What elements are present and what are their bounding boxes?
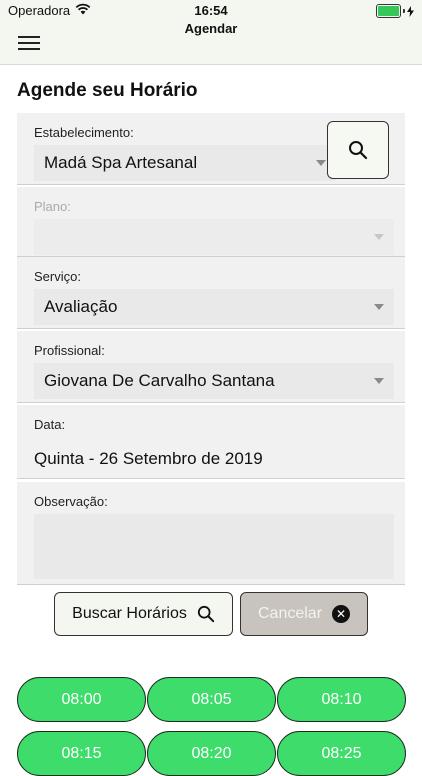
servico-select[interactable]: Avaliação [34, 289, 394, 325]
data-label: Data: [34, 417, 66, 432]
plano-field: Plano: [17, 187, 405, 257]
search-icon [349, 141, 368, 160]
chevron-down-icon [374, 378, 384, 384]
estabelecimento-label: Estabelecimento: [34, 125, 134, 140]
time-slot[interactable]: 08:20 [147, 731, 276, 776]
data-field[interactable]: Data: Quinta - 26 Setembro de 2019 [17, 405, 405, 479]
profissional-select[interactable]: Giovana De Carvalho Santana [34, 363, 394, 399]
plano-select[interactable] [34, 219, 394, 255]
observacao-label: Observação: [34, 494, 108, 509]
profissional-field: Profissional: Giovana De Carvalho Santan… [17, 331, 405, 403]
time-slot[interactable]: 08:15 [17, 731, 146, 776]
estabelecimento-value: Madá Spa Artesanal [44, 153, 198, 172]
buscar-horarios-label: Buscar Horários [72, 605, 187, 622]
menu-icon[interactable] [18, 36, 40, 50]
time-slot[interactable]: 08:25 [277, 731, 406, 776]
chevron-down-icon [374, 304, 384, 310]
search-establishment-button[interactable] [327, 121, 389, 179]
profissional-value: Giovana De Carvalho Santana [44, 371, 275, 390]
servico-value: Avaliação [44, 297, 118, 316]
profissional-label: Profissional: [34, 343, 105, 358]
time-slot[interactable]: 08:00 [17, 677, 146, 722]
navigation-bar: Operadora 16:54 Agendar [0, 0, 422, 65]
observacao-input[interactable] [34, 514, 394, 579]
servico-field: Serviço: Avaliação [17, 257, 405, 329]
cancelar-label: Cancelar [257, 605, 323, 622]
search-icon [197, 605, 215, 623]
data-value[interactable]: Quinta - 26 Setembro de 2019 [34, 449, 263, 469]
time-slot[interactable]: 08:10 [277, 677, 406, 722]
servico-label: Serviço: [34, 269, 81, 284]
charging-icon [407, 5, 414, 17]
estabelecimento-select[interactable]: Madá Spa Artesanal [34, 145, 336, 181]
observacao-field: Observação: [17, 482, 405, 585]
chevron-down-icon [316, 160, 326, 166]
page-title: Agende seu Horário [17, 80, 198, 101]
plano-label: Plano: [34, 199, 71, 214]
battery-icon [376, 4, 414, 18]
cancelar-button[interactable]: Cancelar ✕ [240, 592, 368, 636]
time-slot[interactable]: 08:05 [147, 677, 276, 722]
status-time: 16:54 [194, 3, 228, 18]
close-icon: ✕ [332, 605, 351, 623]
nav-title: Agendar [184, 21, 238, 36]
chevron-down-icon [374, 234, 384, 240]
buscar-horarios-button[interactable]: Buscar Horários [54, 592, 233, 636]
